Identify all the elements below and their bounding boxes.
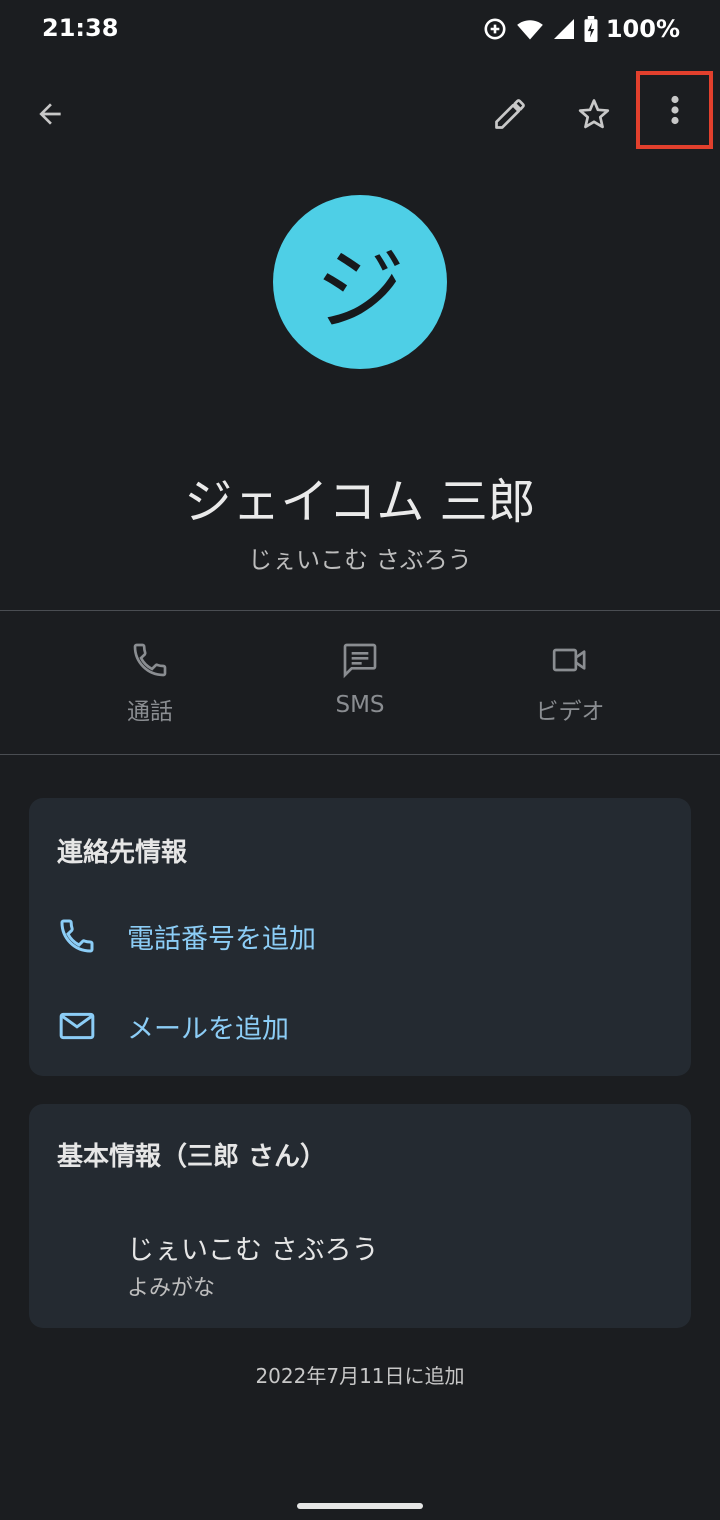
basic-info-title: 基本情報（三郎 さん） xyxy=(57,1142,327,1172)
phone-icon xyxy=(60,919,94,953)
call-action-label: 通話 xyxy=(127,699,173,725)
message-icon xyxy=(343,643,377,679)
sms-action-button[interactable]: SMS xyxy=(290,640,430,730)
email-icon xyxy=(59,1012,95,1040)
divider-top xyxy=(0,610,720,611)
divider-bottom xyxy=(0,754,720,755)
add-phone-row[interactable]: 電話番号を追加 xyxy=(57,916,316,956)
contact-info-title: 連絡先情報 xyxy=(57,838,188,868)
status-icons: 100% xyxy=(482,15,680,43)
edit-button[interactable] xyxy=(486,90,534,138)
back-arrow-icon xyxy=(39,103,61,125)
phone-icon xyxy=(133,643,167,677)
sms-action-label: SMS xyxy=(335,692,385,718)
edit-pencil-icon xyxy=(495,99,525,129)
added-date: 2022年7月11日に追加 xyxy=(255,1364,465,1388)
status-bar: 21:38 100% xyxy=(0,0,720,60)
basic-info-card: 基本情報（三郎 さん） じぇいこむ さぶろう よみがな xyxy=(29,1104,691,1328)
battery-charging-icon xyxy=(584,16,598,42)
contact-info-card: 連絡先情報 電話番号を追加 メールを追加 xyxy=(29,798,691,1076)
contact-reading: じぇいこむ さぶろう xyxy=(248,546,472,574)
signal-icon xyxy=(553,19,574,39)
contact-avatar: ジ xyxy=(273,195,447,369)
more-vert-icon xyxy=(670,95,679,125)
reading-value: じぇいこむ さぶろう xyxy=(127,1235,379,1266)
videocam-icon xyxy=(552,648,586,672)
add-email-label: メールを追加 xyxy=(127,1013,289,1045)
star-outline-icon xyxy=(578,99,610,129)
reading-caption: よみがな xyxy=(127,1276,216,1301)
add-email-row[interactable]: メールを追加 xyxy=(57,1006,289,1046)
status-time: 21:38 xyxy=(42,14,119,42)
data-saver-icon xyxy=(484,18,506,40)
battery-percent: 100% xyxy=(605,15,680,43)
video-action-button[interactable]: ビデオ xyxy=(500,640,640,730)
favorite-button[interactable] xyxy=(570,90,618,138)
video-action-label: ビデオ xyxy=(535,699,605,725)
more-options-button[interactable] xyxy=(636,71,713,149)
contact-name: ジェイコム 三郎 xyxy=(184,474,536,530)
wifi-icon xyxy=(517,20,543,40)
call-action-button[interactable]: 通話 xyxy=(80,640,220,730)
home-indicator[interactable] xyxy=(297,1503,423,1509)
back-button[interactable] xyxy=(26,90,74,138)
add-phone-label: 電話番号を追加 xyxy=(127,923,316,955)
contact-detail-screen: 21:38 100% ジ ジェイコム 三郎 じぇいこむ さぶろう 通話 SMS … xyxy=(0,0,720,1520)
